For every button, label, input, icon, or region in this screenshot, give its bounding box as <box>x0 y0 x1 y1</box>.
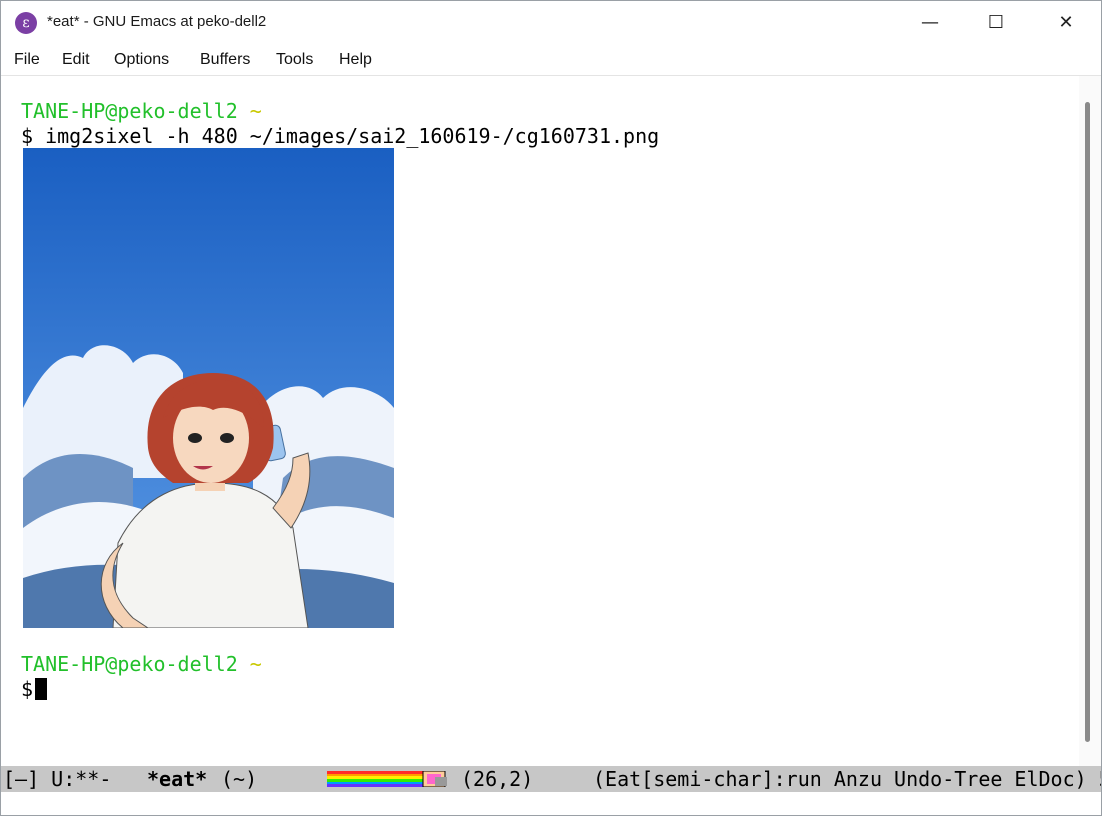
menu-options[interactable]: Options <box>114 51 169 69</box>
prompt-line-2: TANE-HP@peko-dell2 ~ <box>21 651 262 677</box>
mode-line: [—] U:**- *eat* (~) (26,2) (Eat[semi-cha… <box>1 766 1101 792</box>
prompt-user-host: TANE-HP@peko-dell2 <box>21 99 238 123</box>
title-bar[interactable]: ε *eat* - GNU Emacs at peko-dell2 — ☐ ✕ <box>1 1 1101 45</box>
menu-bar: File Edit Options Buffers Tools Help <box>1 45 1101 76</box>
prompt-input-line[interactable]: $ <box>21 676 48 702</box>
menu-file[interactable]: File <box>14 51 40 69</box>
nyan-cat-icon[interactable] <box>327 771 449 787</box>
modeline-state: [—] U:**- <box>3 767 112 791</box>
emacs-window: ε *eat* - GNU Emacs at peko-dell2 — ☐ ✕ … <box>0 0 1102 816</box>
vertical-scrollbar[interactable] <box>1079 76 1101 766</box>
text-cursor <box>35 678 48 700</box>
maximize-button[interactable]: ☐ <box>961 1 1031 45</box>
emacs-icon: ε <box>15 12 37 34</box>
prompt-user-host-2: TANE-HP@peko-dell2 <box>21 652 238 676</box>
prompt-symbol: $ <box>21 677 34 701</box>
window-title: *eat* - GNU Emacs at peko-dell2 <box>47 13 267 30</box>
modeline-directory: (~) <box>221 767 258 791</box>
menu-help[interactable]: Help <box>339 51 372 69</box>
command-line: $ img2sixel -h 480 ~/images/sai2_160619-… <box>21 124 660 148</box>
close-button[interactable]: ✕ <box>1031 1 1101 45</box>
modeline-modes[interactable]: (Eat[semi-char]:run Anzu Undo-Tree ElDoc… <box>593 766 1101 792</box>
modeline-buffer-name[interactable]: *eat* <box>147 766 207 792</box>
echo-area <box>1 792 1101 815</box>
menu-buffers[interactable]: Buffers <box>200 51 250 69</box>
prompt-line-1: TANE-HP@peko-dell2 ~ <box>21 98 262 124</box>
sixel-image <box>23 148 394 628</box>
anime-girl-sky-clouds-image <box>23 148 394 628</box>
minimize-button[interactable]: — <box>895 1 965 45</box>
menu-tools[interactable]: Tools <box>276 51 313 69</box>
eat-terminal-buffer[interactable]: TANE-HP@peko-dell2 ~ $ img2sixel -h 480 … <box>1 76 1101 766</box>
modeline-position: (26,2) <box>461 767 534 791</box>
prompt-dir: ~ <box>249 99 262 123</box>
scrollbar-thumb[interactable] <box>1085 102 1090 742</box>
prompt-dir-2: ~ <box>249 652 262 676</box>
menu-edit[interactable]: Edit <box>62 51 90 69</box>
